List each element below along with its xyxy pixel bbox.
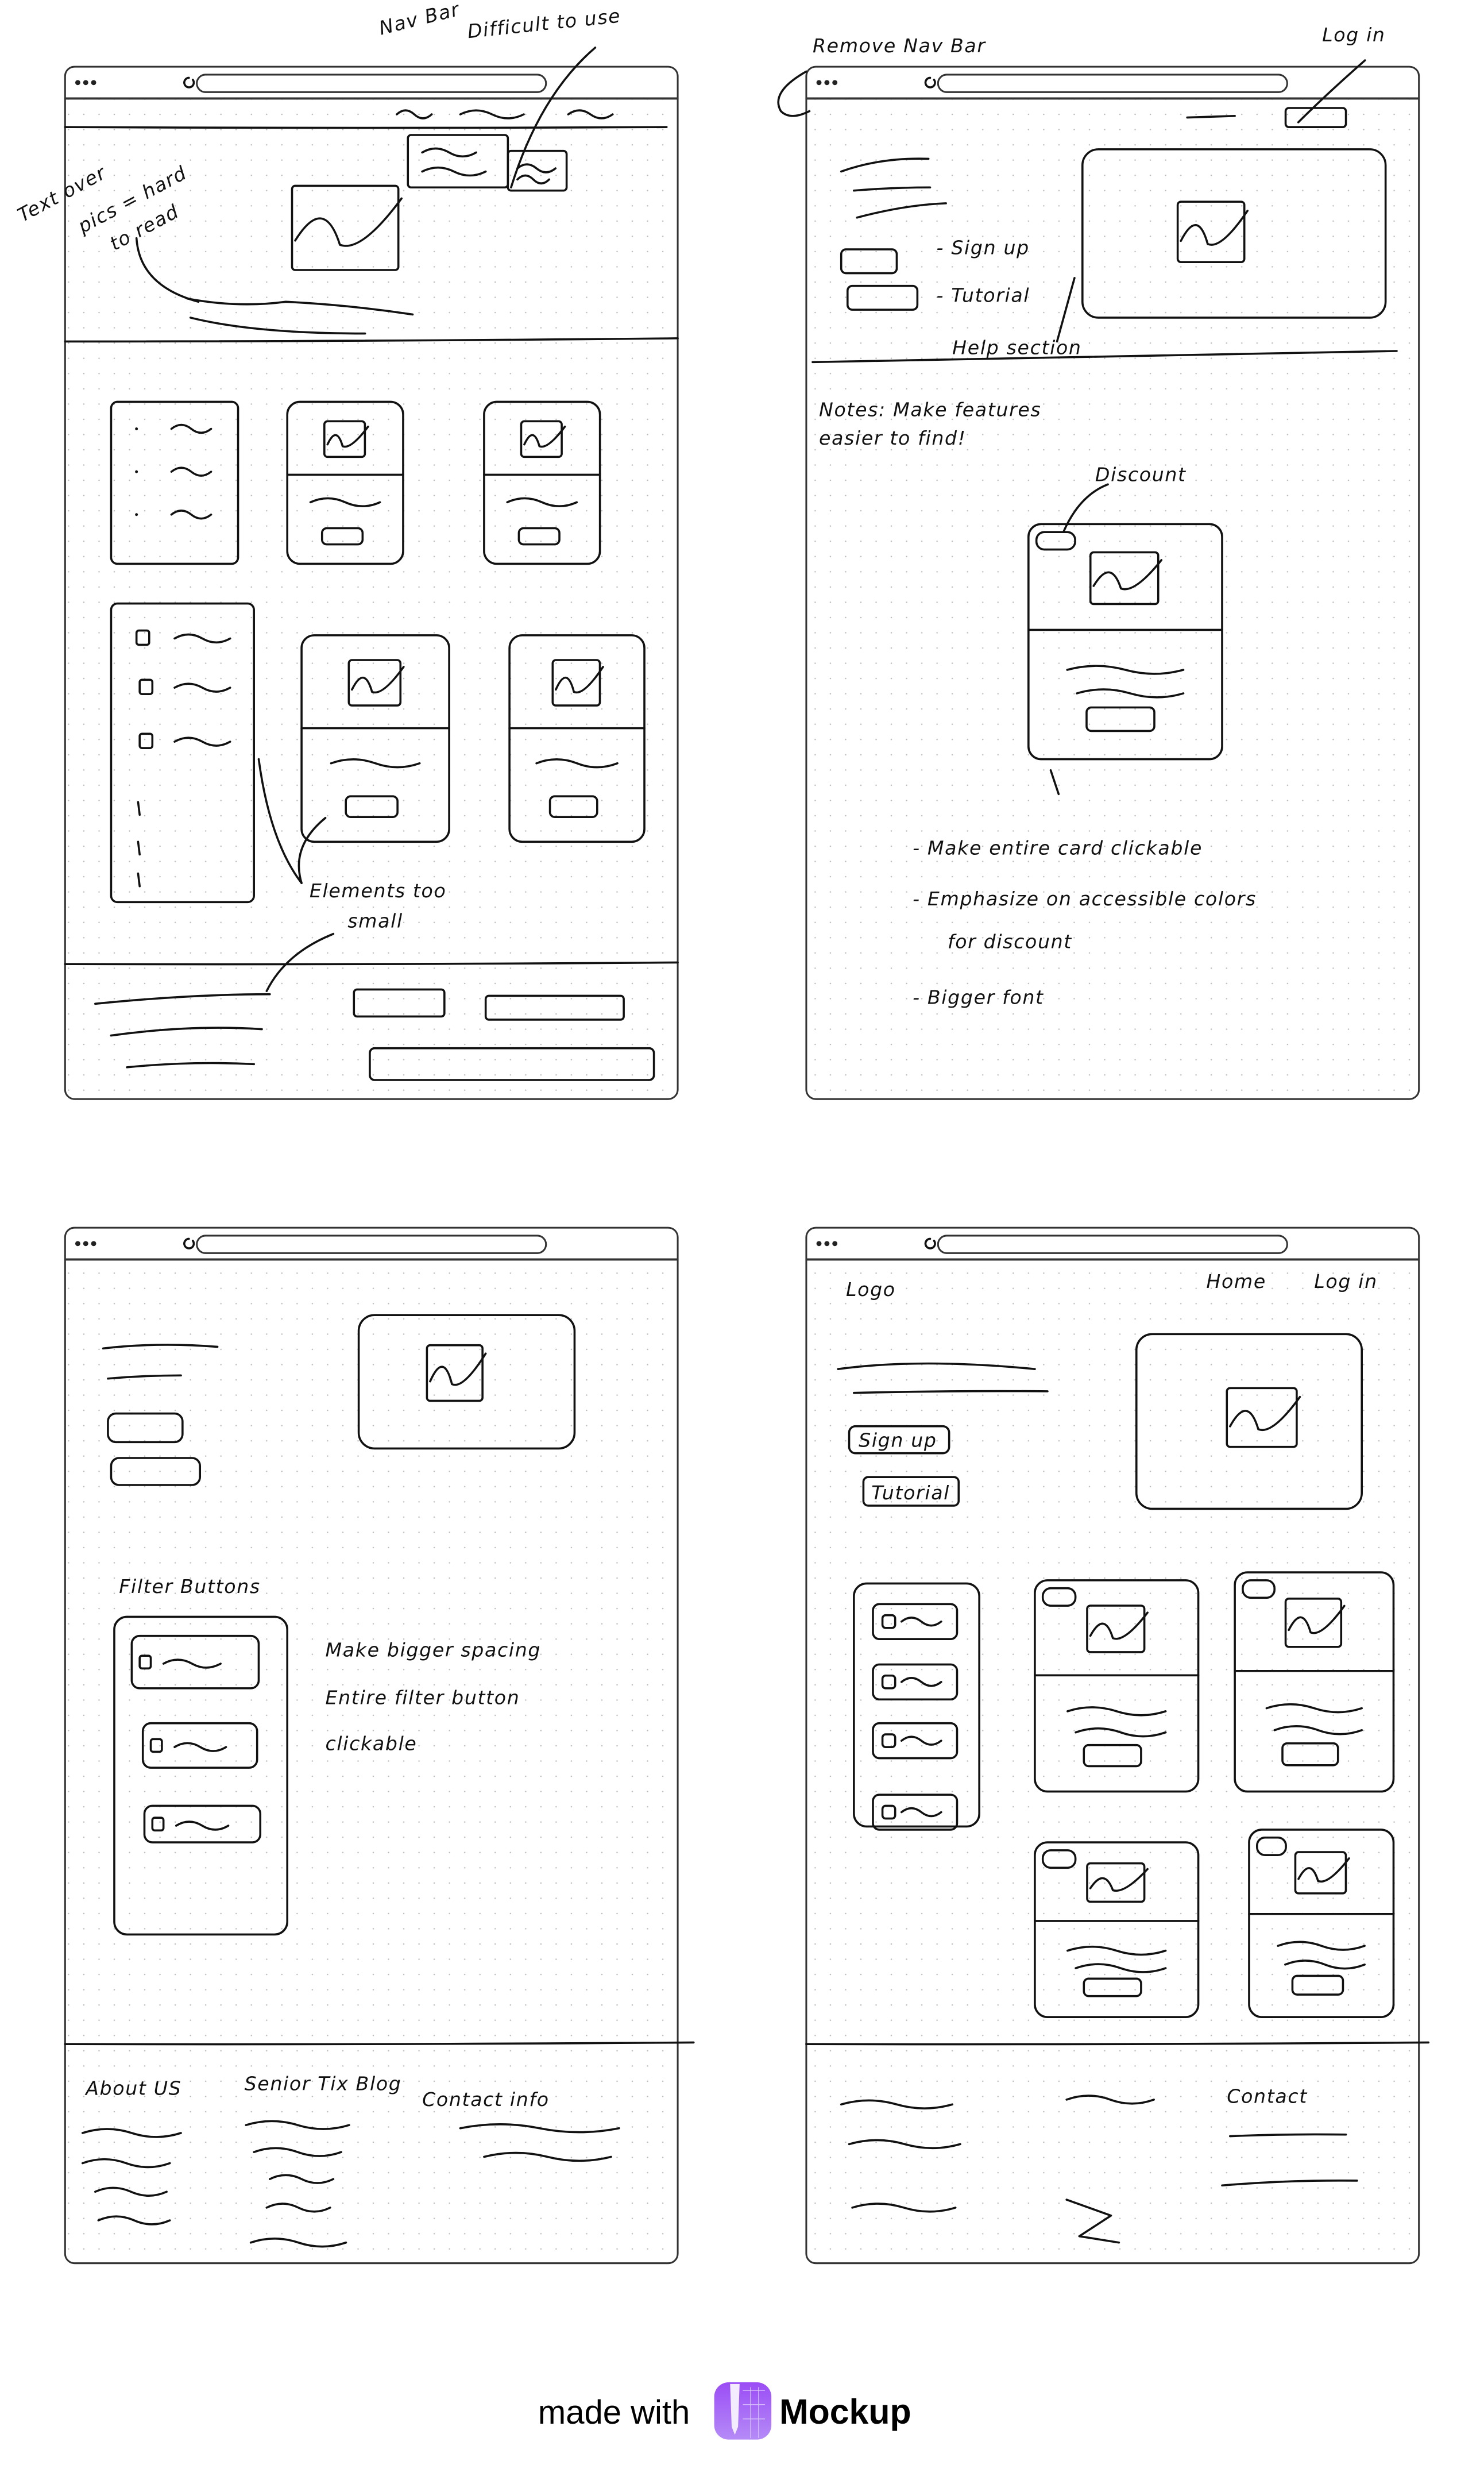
address-bar bbox=[937, 74, 1288, 93]
window-control-dot bbox=[75, 80, 80, 86]
nav-log-in[interactable]: Log in bbox=[1314, 1270, 1378, 1293]
mockup-logo-icon bbox=[714, 2382, 772, 2440]
window-control-dot bbox=[816, 80, 822, 86]
annotation-small: small bbox=[347, 910, 403, 932]
made-with-mockup-badge: made with Mockup bbox=[538, 2382, 911, 2440]
window-control-dot bbox=[824, 1241, 830, 1247]
annotation-discount: Discount bbox=[1095, 464, 1187, 486]
mockup-brand-text: Mockup bbox=[779, 2392, 911, 2431]
sign-up-button-label[interactable]: Sign up bbox=[859, 1429, 937, 1452]
annotation-filter-buttons: Filter Buttons bbox=[119, 1575, 261, 1598]
footer-contact[interactable]: Contact bbox=[1227, 2085, 1308, 2107]
dot-grid-background bbox=[65, 1259, 677, 2263]
nav-logo[interactable]: Logo bbox=[846, 1278, 896, 1301]
window-control-dot bbox=[832, 80, 838, 86]
annotation-nav-bar: Nav Bar bbox=[377, 0, 462, 40]
annotation-log-in: Log in bbox=[1322, 24, 1386, 46]
window-control-dot bbox=[824, 80, 830, 86]
window-control-dot bbox=[83, 80, 88, 86]
annotation-bracket bbox=[777, 70, 811, 117]
annotation-help: Help section bbox=[952, 337, 1081, 359]
made-with-text: made with bbox=[538, 2394, 690, 2431]
annotation-notes-1: Notes: Make features bbox=[819, 398, 1041, 421]
dot-grid-background bbox=[65, 98, 677, 1098]
frame-2-revision bbox=[805, 65, 1420, 1100]
bullet-dot bbox=[135, 427, 138, 430]
dot-grid-background bbox=[807, 1259, 1419, 2263]
annotation-notes-2: easier to find! bbox=[819, 427, 967, 449]
footer-about-us[interactable]: About US bbox=[84, 2077, 181, 2100]
sketch-layer bbox=[64, 47, 1430, 2265]
window-control-dot bbox=[75, 1241, 80, 1247]
note-1: - Make entire card clickable bbox=[913, 836, 1203, 859]
window-control-dot bbox=[816, 1241, 822, 1247]
annotation-clickable: clickable bbox=[326, 1733, 418, 1755]
address-bar bbox=[196, 74, 547, 93]
dot-grid-background bbox=[807, 98, 1419, 1098]
window-control-dot bbox=[832, 1241, 838, 1247]
note-2: - Emphasize on accessible colors bbox=[913, 888, 1257, 910]
annotation-entire: Entire filter button bbox=[326, 1687, 520, 1709]
tutorial-button-label[interactable]: Tutorial bbox=[871, 1482, 950, 1504]
annotation-tutorial: - Tutorial bbox=[937, 284, 1030, 306]
address-bar bbox=[937, 1235, 1288, 1254]
bullet-dot bbox=[135, 513, 138, 516]
note-3: for discount bbox=[948, 931, 1072, 953]
annotation-spacing: Make bigger spacing bbox=[326, 1639, 542, 1661]
window-control-dot bbox=[83, 1241, 88, 1247]
nav-home[interactable]: Home bbox=[1206, 1270, 1266, 1293]
wireframe-board: Nav Bar Difficult to use Text over pics … bbox=[14, 0, 1430, 2440]
bullet-dot bbox=[135, 470, 138, 473]
annotation-difficult: Difficult to use bbox=[466, 4, 622, 43]
annotation-sign-up: - Sign up bbox=[937, 236, 1030, 259]
nav-bar-divider bbox=[64, 126, 668, 129]
footer-contact-info[interactable]: Contact info bbox=[422, 2088, 550, 2111]
address-bar bbox=[196, 1235, 547, 1254]
annotation-remove-nav: Remove Nav Bar bbox=[813, 34, 986, 57]
footer-blog[interactable]: Senior Tix Blog bbox=[245, 2072, 402, 2095]
window-control-dot bbox=[91, 1241, 96, 1247]
note-4: - Bigger font bbox=[913, 986, 1044, 1008]
window-control-dot bbox=[91, 80, 96, 86]
annotation-elements-too: Elements too bbox=[310, 880, 447, 902]
